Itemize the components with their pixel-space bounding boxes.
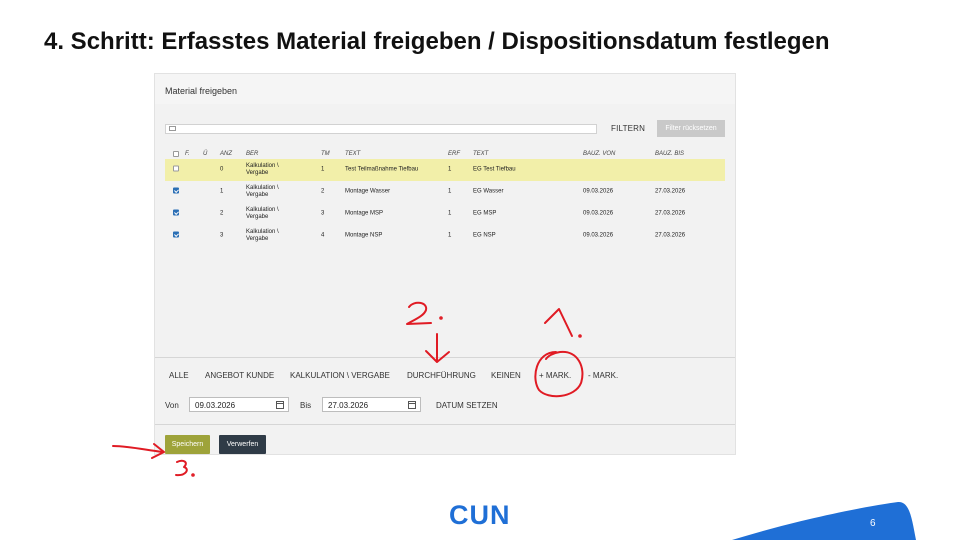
row-bauz-von: 09.03.2026	[583, 188, 614, 195]
filter-calc-button[interactable]: KALKULATION \ VERGABE	[290, 371, 390, 380]
to-date-value: 27.03.2026	[328, 401, 369, 410]
annotation-number-3	[175, 459, 188, 477]
table-row[interactable]: 2 Kalkulation \ Vergabe 3 Montage MSP 1 E…	[165, 203, 725, 225]
row-anz: 0	[220, 166, 224, 173]
row-ber: Kalkulation \ Vergabe	[246, 185, 279, 198]
row-text: Montage NSP	[345, 232, 383, 239]
dialog-header: Material freigeben	[155, 74, 735, 104]
row-tm: 3	[321, 210, 325, 217]
row-checkbox[interactable]	[173, 165, 179, 175]
column-header-bauz-von[interactable]: BAUZ. VON	[583, 151, 615, 158]
material-release-dialog: Material freigeben FILTERN Filter rückse…	[154, 73, 736, 455]
row-text2: EG Test Tiefbau	[473, 166, 516, 173]
row-checkbox[interactable]	[173, 187, 179, 197]
from-date-value: 09.03.2026	[195, 401, 236, 410]
row-anz: 2	[220, 210, 224, 217]
dialog-title: Material freigeben	[165, 86, 238, 96]
row-checkbox[interactable]	[173, 231, 179, 241]
mark-remove-button[interactable]: - MARK.	[588, 371, 618, 380]
material-grid: F. Ü ANZ BER TM TEXT ERF TEXT BAUZ. VON …	[165, 148, 725, 247]
row-erf: 1	[448, 232, 452, 239]
to-date-input[interactable]: 27.03.2026	[322, 397, 421, 412]
annotation-dot-3	[191, 473, 195, 477]
save-button[interactable]: Speichern	[165, 435, 210, 454]
row-checkbox[interactable]	[173, 209, 179, 219]
mark-add-button[interactable]: + MARK.	[539, 371, 571, 380]
row-ber: Kalkulation \ Vergabe	[246, 163, 279, 176]
row-erf: 1	[448, 188, 452, 195]
row-bauz-bis: 27.03.2026	[655, 188, 686, 195]
row-anz: 3	[220, 232, 224, 239]
company-logo: CUN	[449, 500, 511, 530]
filter-none-button[interactable]: KEINEN	[491, 371, 521, 380]
column-header-ber[interactable]: BER	[246, 151, 258, 158]
page-number: 6	[870, 518, 876, 529]
row-text2: EG Wasser	[473, 188, 504, 195]
column-header-text[interactable]: TEXT	[345, 151, 360, 158]
row-anz: 1	[220, 188, 224, 195]
column-header-anz[interactable]: ANZ	[220, 151, 232, 158]
row-text: Test Teilmaßnahme Tiefbau	[345, 166, 419, 173]
grid-header: F. Ü ANZ BER TM TEXT ERF TEXT BAUZ. VON …	[165, 148, 725, 159]
table-row[interactable]: 3 Kalkulation \ Vergabe 4 Montage NSP 1 E…	[165, 225, 725, 247]
search-field-icon	[169, 126, 176, 131]
slide-title: 4. Schritt: Erfasstes Material freigeben…	[44, 28, 830, 55]
row-ber: Kalkulation \ Vergabe	[246, 229, 279, 242]
row-ber: Kalkulation \ Vergabe	[246, 207, 279, 220]
column-header-erf[interactable]: ERF	[448, 151, 460, 158]
from-date-input[interactable]: 09.03.2026	[189, 397, 289, 412]
discard-button[interactable]: Verwerfen	[219, 435, 266, 454]
row-tm: 4	[321, 232, 325, 239]
row-erf: 1	[448, 210, 452, 217]
calendar-icon[interactable]	[408, 401, 416, 409]
filter-offer-button[interactable]: ANGEBOT KUNDE	[205, 371, 274, 380]
row-text: Montage MSP	[345, 210, 384, 217]
row-tm: 2	[321, 188, 325, 195]
reset-filter-button[interactable]: Filter rücksetzen	[657, 120, 725, 137]
table-row[interactable]: 0 Kalkulation \ Vergabe 1 Test Teilmaßnah…	[165, 159, 725, 181]
column-header-tm[interactable]: TM	[321, 151, 330, 158]
section-divider	[155, 357, 735, 358]
column-header-bauz-bis[interactable]: BAUZ. BIS	[655, 151, 684, 158]
row-text: Montage Wasser	[345, 188, 391, 195]
filter-exec-button[interactable]: DURCHFÜHRUNG	[407, 371, 476, 380]
footer-divider	[155, 424, 735, 425]
calendar-icon[interactable]	[276, 401, 284, 409]
row-bauz-von: 09.03.2026	[583, 210, 614, 217]
column-header-u[interactable]: Ü	[203, 151, 207, 158]
from-label: Von	[165, 401, 179, 410]
row-bauz-bis: 27.03.2026	[655, 210, 686, 217]
filter-all-button[interactable]: ALLE	[169, 371, 189, 380]
column-header-f[interactable]: F.	[185, 151, 190, 158]
search-input[interactable]	[165, 124, 597, 134]
row-tm: 1	[321, 166, 325, 173]
filter-button[interactable]: FILTERN	[611, 124, 645, 133]
row-erf: 1	[448, 166, 452, 173]
table-row[interactable]: 1 Kalkulation \ Vergabe 2 Montage Wasser …	[165, 181, 725, 203]
row-bauz-bis: 27.03.2026	[655, 232, 686, 239]
set-date-button[interactable]: DATUM SETZEN	[436, 401, 498, 410]
row-text2: EG NSP	[473, 232, 496, 239]
row-bauz-von: 09.03.2026	[583, 232, 614, 239]
to-label: Bis	[300, 401, 312, 410]
column-header-text2[interactable]: TEXT	[473, 151, 488, 158]
row-text2: EG MSP	[473, 210, 497, 217]
